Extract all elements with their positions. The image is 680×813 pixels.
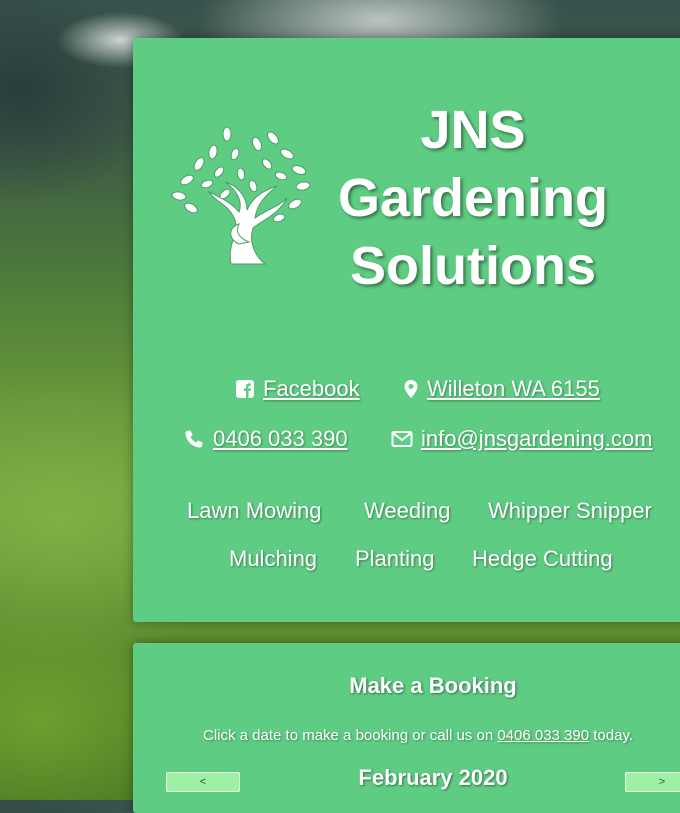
booking-instructions: Click a date to make a booking or call u… (203, 727, 633, 744)
next-month-button[interactable]: > (625, 772, 680, 792)
service-lawn-mowing: Lawn Mowing (187, 498, 322, 523)
service-planting: Planting (355, 546, 435, 571)
tree-icon (171, 126, 311, 265)
email-link[interactable]: info@jnsgardening.com (421, 426, 652, 452)
facebook-link[interactable]: Facebook (263, 376, 360, 402)
phone-contact: 0406 033 390 (183, 426, 348, 452)
phone-icon (185, 430, 203, 448)
header-panel: JNS Gardening Solutions Facebook Willeto… (133, 38, 680, 622)
title-line: Solutions (350, 236, 596, 296)
page-title: JNS Gardening Solutions (328, 96, 618, 300)
service-whipper-snipper: Whipper Snipper (488, 498, 652, 523)
map-pin-icon (404, 380, 418, 398)
booking-phone-link[interactable]: 0406 033 390 (497, 727, 589, 744)
booking-text-before: Click a date to make a booking or call u… (203, 727, 498, 744)
service-weeding: Weeding (364, 498, 451, 523)
booking-panel: Make a Booking Click a date to make a bo… (133, 643, 680, 813)
booking-title: Make a Booking (349, 673, 517, 698)
calendar-month: February 2020 (358, 765, 508, 790)
facebook-icon (236, 380, 254, 398)
title-line: JNS (420, 100, 526, 160)
service-hedge-cutting: Hedge Cutting (472, 546, 613, 571)
location-contact: Willeton WA 6155 (403, 376, 600, 402)
booking-text-after: today. (589, 727, 634, 744)
title-line: Gardening (337, 168, 609, 228)
phone-link[interactable]: 0406 033 390 (213, 426, 348, 452)
facebook-contact: Facebook (235, 376, 360, 402)
location-link[interactable]: Willeton WA 6155 (427, 376, 600, 402)
service-mulching: Mulching (229, 546, 318, 571)
mail-icon (391, 431, 413, 447)
email-contact: info@jnsgardening.com (391, 426, 652, 452)
